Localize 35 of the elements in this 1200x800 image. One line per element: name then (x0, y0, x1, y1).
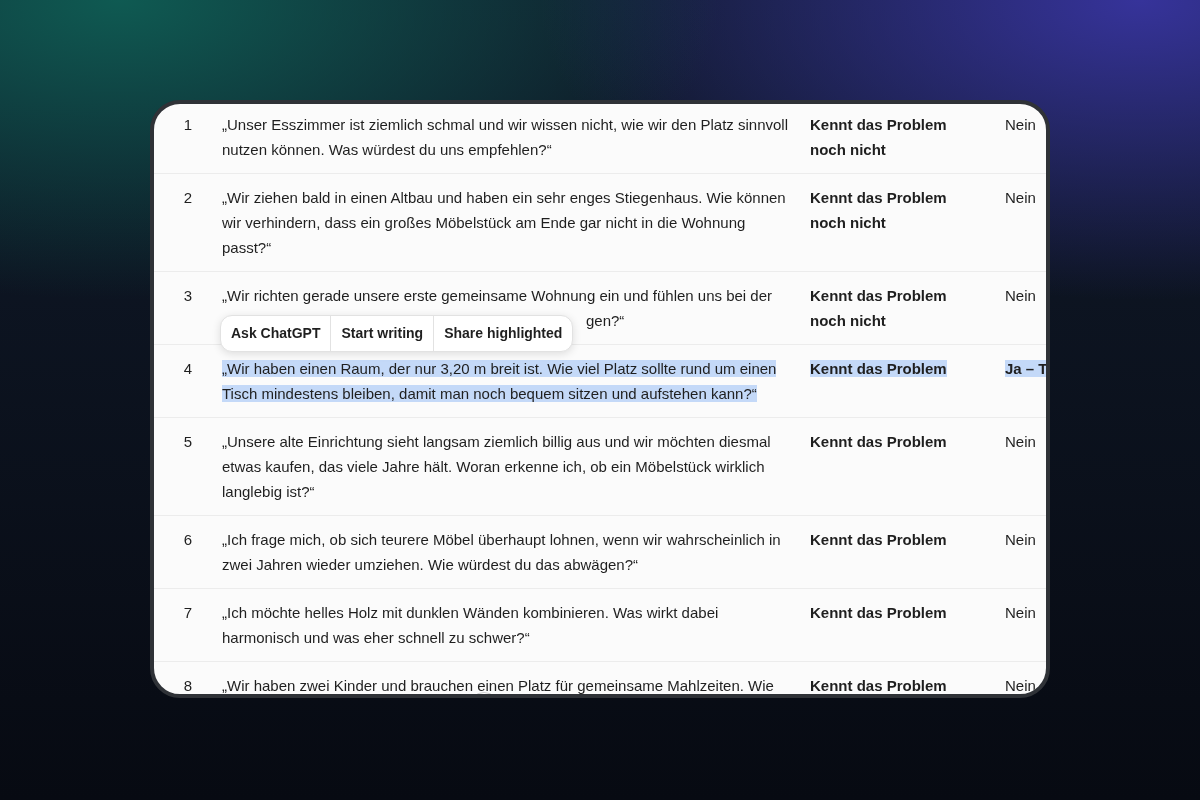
row-number: 3 (183, 287, 193, 304)
row-number: 6 (183, 531, 193, 548)
question-text: „Wir richten gerade unsere erste gemeinsame Wohnung ein und fühlen uns bei der (222, 286, 774, 306)
answer-text: Nein (1005, 287, 1036, 304)
row-number: 1 (183, 116, 193, 133)
question-text: „Ich frage mich, ob sich teurere Möbel überhaupt lohnen, wenn wir wahrscheinlich in zwei Jahren wieder umziehen. Wie würdest du das abwägen?“ (222, 530, 782, 575)
status-text: Kennt das Problem (810, 677, 947, 694)
status-text: Kennt das Problem noch nicht (810, 116, 947, 158)
status-text: Kennt das Problem (810, 604, 947, 621)
answer-text: Nein (1005, 116, 1036, 133)
status-text: Kennt das Problem noch nicht (810, 287, 947, 329)
answer-text: Nein (1005, 189, 1036, 206)
toolbar-button[interactable]: Ask ChatGPT (221, 316, 331, 351)
row-number: 8 (183, 677, 193, 694)
row-number: 5 (183, 433, 193, 450)
status-text: Kennt das Problem noch nicht (810, 189, 947, 231)
status-text: Kennt das Problem (810, 433, 947, 450)
answer-text: Nein (1005, 433, 1036, 450)
answer-text: Nein (1005, 604, 1036, 621)
row-number: 2 (183, 189, 193, 206)
row-number: 4 (183, 360, 193, 377)
question-text: „Unsere alte Einrichtung sieht langsam ziemlich billig aus und wir möchten diesmal etwas kaufen, das viele Jahre hält. Woran erkenne ich, ob ein Möbelstück wirklich langlebig ist?“ (222, 432, 772, 502)
question-text: gen?“ (586, 312, 625, 329)
row-number: 7 (183, 604, 193, 621)
toolbar-button[interactable]: Share highlighted (433, 316, 573, 351)
question-text: „Wir haben einen Raum, der nur 3,20 m breit ist. Wie viel Platz sollte rund um einen Tisch mindestens bleiben, damit man noch bequem sitzen und aufstehen kann?“ (222, 359, 778, 404)
question-text: „Unser Esszimmer ist ziemlich schmal und wir wissen nicht, wie wir den Platz sinnvoll nutzen können. Was würdest du uns empfehlen?“ (222, 115, 789, 160)
status-text: Kennt das Problem (810, 360, 947, 377)
question-text: „Wir haben zwei Kinder und brauchen einen Platz für gemeinsame Mahlzeiten. Wie (222, 676, 775, 694)
answer-text: Nein (1005, 677, 1036, 694)
status-text: Kennt das Problem (810, 531, 947, 548)
question-text: „Ich möchte helles Holz mit dunklen Wänden kombinieren. Was wirkt dabei harmonisch und was eher schnell zu schwer?“ (222, 603, 720, 648)
toolbar-button[interactable]: Start writing (330, 316, 434, 351)
question-text: „Wir ziehen bald in einen Altbau und haben ein sehr enges Stiegenhaus. Wie können wir verhindern, dass ein großes Möbelstück am Ende gar nicht in die Wohnung passt?“ (222, 188, 787, 258)
answer-text: Nein (1005, 531, 1036, 548)
